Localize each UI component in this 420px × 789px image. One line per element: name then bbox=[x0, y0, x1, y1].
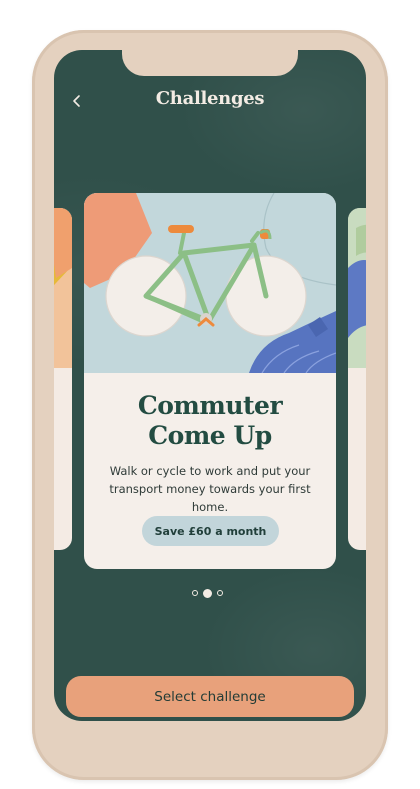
pagination-dot-1[interactable] bbox=[192, 590, 198, 596]
carousel-card-next[interactable] bbox=[348, 208, 366, 550]
previous-card-illustration bbox=[54, 208, 72, 368]
challenge-title-line-1: Commuter bbox=[137, 391, 283, 420]
challenge-card[interactable]: Commuter Come Up Walk or cycle to work a… bbox=[84, 193, 336, 569]
bicycle-illustration bbox=[84, 193, 336, 373]
carousel-pagination bbox=[192, 588, 223, 598]
savings-badge: Save £60 a month bbox=[142, 516, 279, 546]
page-title: Challenges bbox=[155, 88, 265, 109]
next-card-illustration bbox=[348, 208, 366, 368]
pagination-dot-2-active[interactable] bbox=[203, 588, 212, 598]
phone-notch bbox=[122, 50, 298, 76]
challenge-description: Walk or cycle to work and put your trans… bbox=[109, 464, 311, 514]
app-screen: Challenges Commuter Come Up Walk or cycl… bbox=[54, 50, 366, 721]
challenge-title: Commuter Come Up bbox=[84, 391, 336, 451]
carousel-card-previous[interactable] bbox=[54, 208, 72, 550]
pagination-dot-3[interactable] bbox=[217, 590, 223, 596]
challenge-title-line-2: Come Up bbox=[148, 421, 272, 450]
select-challenge-button[interactable]: Select challenge bbox=[66, 676, 354, 717]
